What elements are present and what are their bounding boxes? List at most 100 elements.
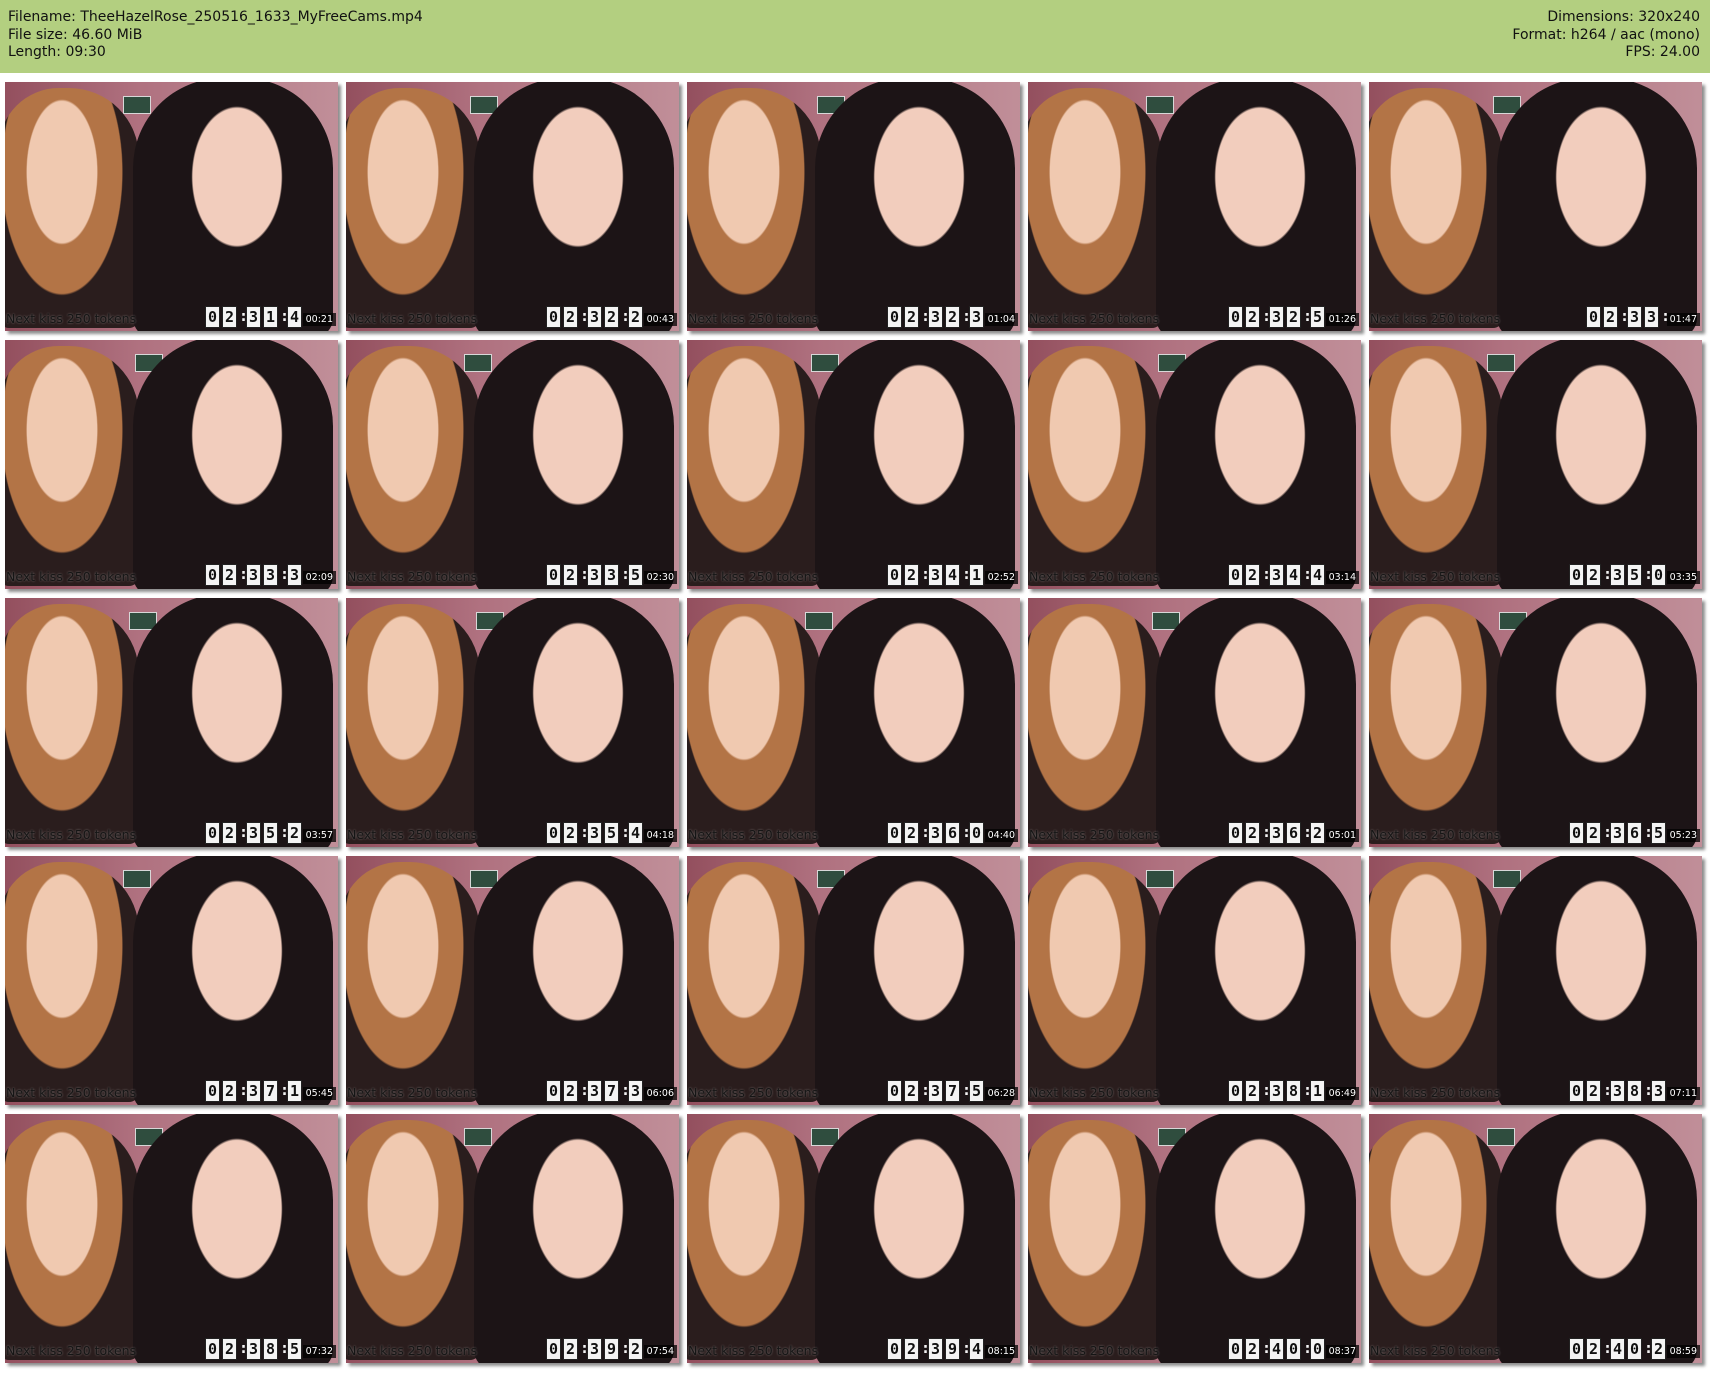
clock-digit: 2 bbox=[904, 822, 919, 844]
clock-digit: 0 bbox=[1627, 1338, 1642, 1360]
video-thumbnail: Next kiss 250 tokens 0 2:3 6:0 04:40 bbox=[687, 598, 1020, 847]
overlay-caption: Next kiss 250 tokens bbox=[1370, 1343, 1501, 1358]
clock-digit: 3 bbox=[1610, 564, 1625, 586]
clock-digit: 3 bbox=[587, 564, 602, 586]
clock-digit: 2 bbox=[904, 564, 919, 586]
clock-digit: 3 bbox=[628, 1080, 643, 1102]
person-left bbox=[687, 862, 821, 1102]
clock-digit: 0 bbox=[1228, 1338, 1243, 1360]
clock-digit: 6 bbox=[1286, 822, 1301, 844]
video-thumbnail: Next kiss 250 tokens 0 2:3 6:5 05:23 bbox=[1369, 598, 1702, 847]
clock-digit: 5 bbox=[1627, 564, 1642, 586]
clock-colon: : bbox=[621, 1081, 631, 1099]
person-left bbox=[5, 346, 139, 586]
clock-colon: : bbox=[921, 1081, 931, 1099]
overlay-clock: 02:33:3 bbox=[205, 564, 302, 586]
clock-digit: 2 bbox=[1245, 1338, 1260, 1360]
person-left bbox=[346, 862, 480, 1102]
overlay-caption: Next kiss 250 tokens bbox=[6, 569, 137, 584]
clock-digit: 0 bbox=[1310, 1338, 1325, 1360]
clock-digit: 3 bbox=[1610, 1080, 1625, 1102]
clock-digit: 3 bbox=[928, 564, 943, 586]
person-right bbox=[1497, 340, 1697, 589]
length-row: Length: 09:30 bbox=[8, 44, 423, 62]
overlay-clock: 02:33: bbox=[1586, 306, 1670, 328]
clock-digit: 4 bbox=[1610, 1338, 1625, 1360]
clock-digit: 0 bbox=[546, 822, 561, 844]
clock-digit: 0 bbox=[546, 564, 561, 586]
clock-digit: 0 bbox=[205, 306, 220, 328]
overlay-caption: Next kiss 250 tokens bbox=[1370, 1085, 1501, 1100]
overlay-clock: 02:37:1 bbox=[205, 1080, 302, 1102]
timestamp: 02:09 bbox=[302, 571, 336, 584]
overlay-clock: 02:32:2 bbox=[546, 306, 643, 328]
overlay-clock: 02:38:3 bbox=[1569, 1080, 1666, 1102]
person-right bbox=[133, 1114, 333, 1363]
clock-digit: 2 bbox=[222, 822, 237, 844]
overlay-clock: 02:35:2 bbox=[205, 822, 302, 844]
clock-colon: : bbox=[621, 565, 631, 583]
person-right bbox=[1156, 856, 1356, 1105]
timestamp: 07:32 bbox=[302, 1345, 336, 1358]
exit-sign bbox=[123, 96, 151, 114]
video-thumbnail: Next kiss 250 tokens 0 2:3 8:3 07:11 bbox=[1369, 856, 1702, 1105]
format-row: Format: h264 / aac (mono) bbox=[1512, 27, 1700, 45]
clock-digit: 6 bbox=[945, 822, 960, 844]
clock-digit: 4 bbox=[628, 822, 643, 844]
clock-digit: 4 bbox=[1286, 564, 1301, 586]
file-info: Filename: TheeHazelRose_250516_1633_MyFr… bbox=[8, 9, 423, 62]
clock-digit: 2 bbox=[222, 1338, 237, 1360]
clock-colon: : bbox=[1603, 565, 1613, 583]
clock-digit: 0 bbox=[1228, 822, 1243, 844]
timestamp: 05:01 bbox=[1325, 829, 1359, 842]
clock-colon: : bbox=[580, 1339, 590, 1357]
person-left bbox=[5, 88, 139, 328]
overlay-caption: Next kiss 250 tokens bbox=[1029, 311, 1160, 326]
clock-digit: 0 bbox=[546, 306, 561, 328]
clock-colon: : bbox=[580, 565, 590, 583]
person-left bbox=[1028, 346, 1162, 586]
person-left bbox=[346, 346, 480, 586]
clock-digit: 3 bbox=[1269, 306, 1284, 328]
clock-digit: 5 bbox=[628, 564, 643, 586]
clock-colon: : bbox=[239, 307, 249, 325]
clock-digit: 3 bbox=[1269, 564, 1284, 586]
clock-digit: 5 bbox=[287, 1338, 302, 1360]
timestamp: 07:54 bbox=[643, 1345, 677, 1358]
overlay-caption: Next kiss 250 tokens bbox=[6, 1343, 137, 1358]
clock-colon: : bbox=[962, 307, 972, 325]
clock-digit: 8 bbox=[1627, 1080, 1642, 1102]
clock-colon: : bbox=[621, 823, 631, 841]
clock-colon: : bbox=[239, 565, 249, 583]
person-left bbox=[687, 1120, 821, 1360]
video-thumbnail: Next kiss 250 tokens 0 2:4 0:2 08:59 bbox=[1369, 1114, 1702, 1363]
overlay-caption: Next kiss 250 tokens bbox=[6, 827, 137, 842]
timestamp: 01:04 bbox=[984, 313, 1018, 326]
clock-colon: : bbox=[280, 1081, 290, 1099]
clock-digit: 2 bbox=[1586, 822, 1601, 844]
clock-digit: 2 bbox=[904, 1080, 919, 1102]
overlay-clock: 02:36:5 bbox=[1569, 822, 1666, 844]
clock-digit: 0 bbox=[1569, 1338, 1584, 1360]
timestamp: 03:35 bbox=[1666, 571, 1700, 584]
clock-colon: : bbox=[921, 1339, 931, 1357]
clock-digit: 2 bbox=[563, 822, 578, 844]
clock-colon: : bbox=[280, 307, 290, 325]
clock-digit: 6 bbox=[1627, 822, 1642, 844]
overlay-clock: 02:40:0 bbox=[1228, 1338, 1325, 1360]
person-right bbox=[1497, 598, 1697, 847]
person-right bbox=[1497, 856, 1697, 1105]
person-left bbox=[687, 604, 821, 844]
clock-colon: : bbox=[962, 1081, 972, 1099]
person-right bbox=[1156, 1114, 1356, 1363]
timestamp: 05:45 bbox=[302, 1087, 336, 1100]
dimensions-label: Dimensions: bbox=[1547, 9, 1634, 25]
timestamp: 03:57 bbox=[302, 829, 336, 842]
video-thumbnail: Next kiss 250 tokens 0 2:3 9:4 08:15 bbox=[687, 1114, 1020, 1363]
clock-digit: 3 bbox=[246, 1338, 261, 1360]
overlay-caption: Next kiss 250 tokens bbox=[1029, 569, 1160, 584]
overlay-caption: Next kiss 250 tokens bbox=[347, 311, 478, 326]
clock-digit: 3 bbox=[587, 1338, 602, 1360]
person-left bbox=[1369, 346, 1503, 586]
clock-digit: 8 bbox=[263, 1338, 278, 1360]
